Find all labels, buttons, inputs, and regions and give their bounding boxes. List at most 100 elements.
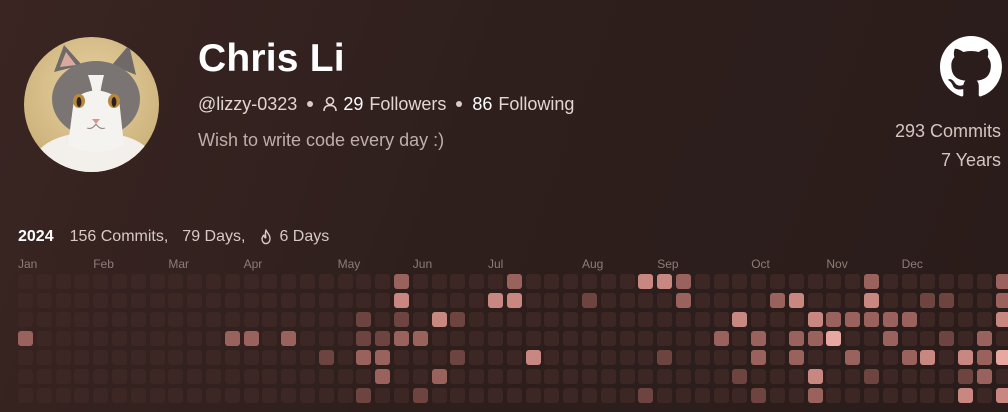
contribution-cell[interactable] bbox=[356, 388, 372, 403]
contribution-cell[interactable] bbox=[976, 274, 992, 289]
contribution-cell[interactable] bbox=[732, 331, 748, 346]
contribution-cell[interactable] bbox=[149, 369, 165, 384]
contribution-cell[interactable] bbox=[995, 312, 1008, 327]
contribution-cell[interactable] bbox=[168, 293, 184, 308]
contribution-cell[interactable] bbox=[300, 293, 315, 308]
contribution-cell[interactable] bbox=[281, 388, 297, 403]
contribution-cell[interactable] bbox=[469, 274, 485, 289]
contribution-cell[interactable] bbox=[18, 388, 33, 403]
contribution-cell[interactable] bbox=[544, 293, 560, 308]
contribution-cell[interactable] bbox=[582, 331, 597, 346]
contribution-cell[interactable] bbox=[281, 312, 297, 327]
contribution-cell[interactable] bbox=[751, 369, 767, 384]
contribution-cell[interactable] bbox=[36, 388, 52, 403]
contribution-cell[interactable] bbox=[488, 331, 503, 346]
contribution-cell[interactable] bbox=[130, 274, 146, 289]
contribution-cell[interactable] bbox=[168, 274, 184, 289]
contribution-cell[interactable] bbox=[713, 331, 729, 346]
contribution-cell[interactable] bbox=[74, 312, 90, 327]
contribution-cell[interactable] bbox=[394, 274, 409, 289]
contribution-cell[interactable] bbox=[356, 350, 372, 365]
contribution-cell[interactable] bbox=[337, 293, 353, 308]
contribution-cell[interactable] bbox=[356, 293, 372, 308]
contribution-cell[interactable] bbox=[74, 274, 90, 289]
contribution-cell[interactable] bbox=[958, 293, 973, 308]
contribution-cell[interactable] bbox=[638, 331, 654, 346]
contribution-cell[interactable] bbox=[563, 312, 579, 327]
contribution-cell[interactable] bbox=[901, 312, 917, 327]
contribution-cell[interactable] bbox=[93, 369, 109, 384]
contribution-cell[interactable] bbox=[807, 331, 823, 346]
contribution-cell[interactable] bbox=[337, 274, 353, 289]
contribution-cell[interactable] bbox=[469, 293, 485, 308]
contribution-cell[interactable] bbox=[450, 388, 466, 403]
contribution-cell[interactable] bbox=[224, 274, 240, 289]
contribution-cell[interactable] bbox=[882, 388, 898, 403]
contribution-cell[interactable] bbox=[36, 293, 52, 308]
contribution-cell[interactable] bbox=[18, 369, 33, 384]
contribution-cell[interactable] bbox=[995, 388, 1008, 403]
contribution-cell[interactable] bbox=[807, 293, 823, 308]
contribution-cell[interactable] bbox=[751, 331, 767, 346]
contribution-cell[interactable] bbox=[619, 293, 635, 308]
contribution-cell[interactable] bbox=[732, 350, 748, 365]
contribution-cell[interactable] bbox=[112, 274, 127, 289]
contribution-cell[interactable] bbox=[168, 312, 184, 327]
contribution-cell[interactable] bbox=[544, 388, 560, 403]
contribution-cell[interactable] bbox=[582, 350, 597, 365]
contribution-cell[interactable] bbox=[243, 369, 259, 384]
contribution-cell[interactable] bbox=[356, 369, 372, 384]
contribution-cell[interactable] bbox=[713, 293, 729, 308]
contribution-cell[interactable] bbox=[694, 350, 710, 365]
contribution-cell[interactable] bbox=[770, 312, 785, 327]
contribution-cell[interactable] bbox=[939, 293, 955, 308]
followers-label[interactable]: Followers bbox=[369, 93, 446, 115]
contribution-cell[interactable] bbox=[882, 312, 898, 327]
contribution-cell[interactable] bbox=[976, 312, 992, 327]
contribution-cell[interactable] bbox=[187, 388, 203, 403]
contribution-cell[interactable] bbox=[788, 274, 804, 289]
contribution-cell[interactable] bbox=[676, 388, 691, 403]
contribution-cell[interactable] bbox=[206, 293, 221, 308]
contribution-cell[interactable] bbox=[394, 369, 409, 384]
contribution-cell[interactable] bbox=[469, 369, 485, 384]
contribution-cell[interactable] bbox=[281, 293, 297, 308]
contribution-cell[interactable] bbox=[976, 369, 992, 384]
contribution-cell[interactable] bbox=[958, 388, 973, 403]
contribution-cell[interactable] bbox=[243, 274, 259, 289]
contribution-cell[interactable] bbox=[394, 293, 409, 308]
contribution-cell[interactable] bbox=[375, 274, 391, 289]
contribution-cell[interactable] bbox=[713, 350, 729, 365]
contribution-cell[interactable] bbox=[112, 312, 127, 327]
contribution-cell[interactable] bbox=[638, 369, 654, 384]
contribution-cell[interactable] bbox=[112, 369, 127, 384]
contribution-cell[interactable] bbox=[845, 369, 861, 384]
contribution-cell[interactable] bbox=[206, 274, 221, 289]
contribution-cell[interactable] bbox=[187, 274, 203, 289]
contribution-cell[interactable] bbox=[788, 293, 804, 308]
contribution-cell[interactable] bbox=[882, 274, 898, 289]
contribution-cell[interactable] bbox=[525, 331, 541, 346]
contribution-cell[interactable] bbox=[55, 369, 71, 384]
contribution-cell[interactable] bbox=[676, 369, 691, 384]
contribution-cell[interactable] bbox=[431, 388, 447, 403]
contribution-cell[interactable] bbox=[168, 350, 184, 365]
contribution-cell[interactable] bbox=[431, 293, 447, 308]
contribution-cell[interactable] bbox=[74, 331, 90, 346]
contribution-cell[interactable] bbox=[694, 369, 710, 384]
contribution-cell[interactable] bbox=[845, 350, 861, 365]
contribution-cell[interactable] bbox=[149, 350, 165, 365]
contribution-cell[interactable] bbox=[55, 274, 71, 289]
contribution-cell[interactable] bbox=[224, 331, 240, 346]
contribution-cell[interactable] bbox=[506, 388, 522, 403]
contribution-cell[interactable] bbox=[375, 331, 391, 346]
contribution-cell[interactable] bbox=[582, 388, 597, 403]
contribution-cell[interactable] bbox=[224, 369, 240, 384]
contribution-cell[interactable] bbox=[36, 312, 52, 327]
contribution-cell[interactable] bbox=[318, 350, 334, 365]
contribution-cell[interactable] bbox=[149, 388, 165, 403]
contribution-cell[interactable] bbox=[563, 369, 579, 384]
contribution-cell[interactable] bbox=[845, 274, 861, 289]
contribution-cell[interactable] bbox=[488, 293, 503, 308]
contribution-cell[interactable] bbox=[300, 312, 315, 327]
